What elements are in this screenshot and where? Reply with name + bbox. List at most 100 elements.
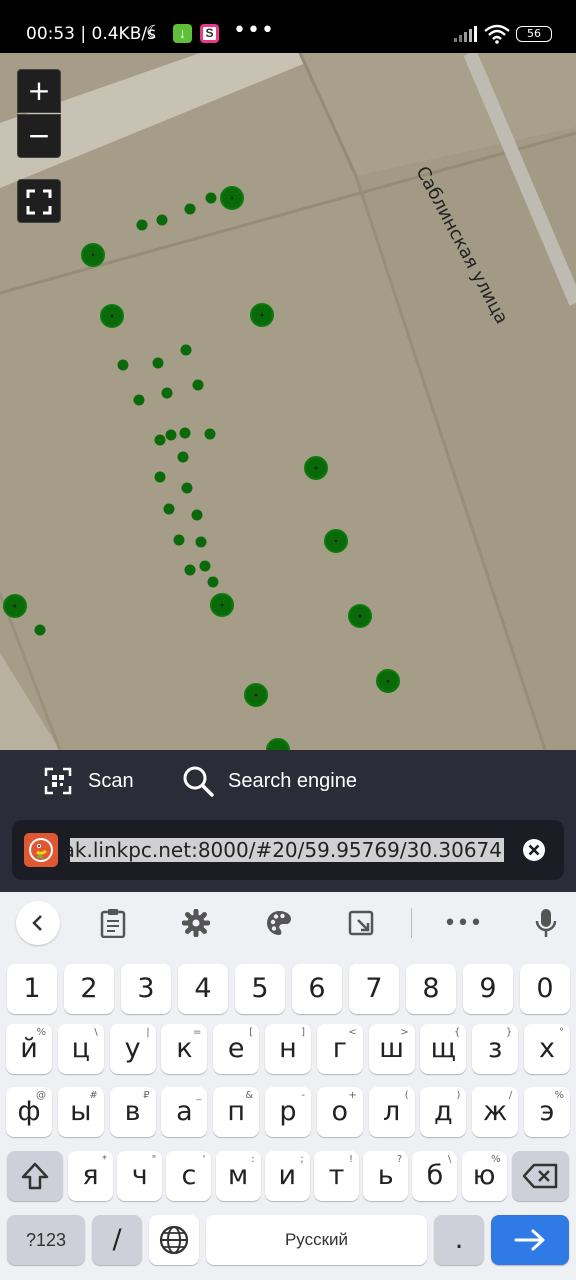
key-я-secondary: * <box>102 1154 107 1165</box>
key-к[interactable]: к = <box>161 1024 208 1074</box>
small-map-markers[interactable] <box>34 192 219 636</box>
scan-button[interactable]: Scan <box>44 764 134 798</box>
language-key[interactable] <box>149 1215 199 1265</box>
key-щ-secondary: { <box>454 1027 461 1038</box>
space-key[interactable]: Русский <box>206 1215 427 1265</box>
key-ч[interactable]: ч " <box>117 1151 163 1201</box>
key-я[interactable]: я * <box>68 1151 113 1201</box>
fullscreen-button[interactable] <box>17 179 61 223</box>
slash-key[interactable]: / <box>92 1215 142 1265</box>
key-т[interactable]: т! <box>314 1151 359 1201</box>
key-6[interactable]: 6 <box>292 964 342 1014</box>
key-н-secondary: ] <box>301 1027 305 1038</box>
key-о[interactable]: о + <box>316 1087 363 1137</box>
period-key[interactable]: . <box>434 1215 484 1265</box>
key-ш-secondary: > <box>400 1027 409 1038</box>
key-с[interactable]: с ' <box>166 1151 212 1201</box>
zoom-out-button[interactable]: − <box>17 114 61 158</box>
clipboard-icon[interactable] <box>93 903 133 943</box>
key-с-secondary: ' <box>202 1154 206 1165</box>
key-м-secondary: : <box>251 1154 255 1165</box>
key-ы-secondary: # <box>89 1090 98 1101</box>
key-ч-label: ч <box>131 1160 148 1191</box>
large-map-marker-centers <box>13 196 390 697</box>
app-notification-icon: S <box>200 24 219 43</box>
map-view[interactable]: Саблинская улица + − <box>0 53 576 750</box>
mic-icon[interactable] <box>526 903 566 943</box>
search-engine-button[interactable]: Search engine <box>182 764 357 798</box>
key-у[interactable]: у | <box>109 1024 156 1074</box>
key-ь[interactable]: ь? <box>363 1151 409 1201</box>
shift-key[interactable] <box>7 1151 63 1201</box>
key-з[interactable]: з} <box>472 1024 519 1074</box>
key-х[interactable]: х ° <box>524 1024 570 1074</box>
key-н[interactable]: н] <box>265 1024 311 1074</box>
key-т-label: т <box>328 1160 345 1191</box>
key-0[interactable]: 0 <box>520 964 570 1014</box>
settings-icon[interactable] <box>176 903 216 943</box>
palette-icon[interactable] <box>259 903 299 943</box>
key-б[interactable]: б \ <box>412 1151 458 1201</box>
more-icon[interactable]: ••• <box>443 903 483 943</box>
key-2[interactable]: 2 <box>64 964 114 1014</box>
key-у-label: у <box>124 1033 141 1064</box>
key-л-secondary: ( <box>404 1090 409 1101</box>
key-а-label: а <box>176 1096 193 1127</box>
key-и[interactable]: и; <box>264 1151 310 1201</box>
key-9[interactable]: 9 <box>463 964 513 1014</box>
fullscreen-icon <box>26 189 52 215</box>
scan-label: Scan <box>88 769 134 792</box>
key-м[interactable]: м: <box>215 1151 261 1201</box>
large-map-markers[interactable] <box>3 186 400 750</box>
key-л[interactable]: л( <box>368 1087 415 1137</box>
key-5[interactable]: 5 <box>235 964 285 1014</box>
key-г[interactable]: г < <box>316 1024 363 1074</box>
key-а[interactable]: а _ <box>161 1087 208 1137</box>
key-ю-secondary: % <box>491 1154 501 1165</box>
key-п-secondary: & <box>245 1090 254 1101</box>
key-8[interactable]: 8 <box>406 964 456 1014</box>
key-ы[interactable]: ы # <box>57 1087 104 1137</box>
key-ю[interactable]: ю% <box>461 1151 507 1201</box>
more-notifications-icon: ••• <box>233 18 275 43</box>
key-е[interactable]: е[ <box>213 1024 260 1074</box>
key-п[interactable]: п & <box>213 1087 260 1137</box>
key-7[interactable]: 7 <box>349 964 399 1014</box>
key-щ-label: щ <box>430 1033 457 1064</box>
key-щ[interactable]: щ{ <box>420 1024 467 1074</box>
keyboard: ••• 1 2 3 4 5 6 7 8 9 0 й% ц \ у | к = е[н] г < ш > щ{з} х ° ф @ ы #… <box>0 892 576 1280</box>
key-ц[interactable]: ц \ <box>57 1024 104 1074</box>
key-в[interactable]: в ₽ <box>109 1087 156 1137</box>
key-р[interactable]: р- <box>265 1087 311 1137</box>
key-д[interactable]: д) <box>420 1087 467 1137</box>
back-icon[interactable] <box>16 901 60 945</box>
key-ж[interactable]: ж / <box>472 1087 519 1137</box>
key-з-secondary: } <box>505 1027 513 1038</box>
key-ш[interactable]: ш > <box>368 1024 415 1074</box>
key-1[interactable]: 1 <box>7 964 57 1014</box>
key-4[interactable]: 4 <box>178 964 228 1014</box>
clear-url-icon[interactable] <box>522 838 546 862</box>
key-ф[interactable]: ф @ <box>6 1087 52 1137</box>
key-с-label: с <box>181 1160 197 1191</box>
key-я-label: я <box>82 1160 99 1191</box>
battery-icon: 56 <box>516 26 552 42</box>
key-й[interactable]: й% <box>6 1024 52 1074</box>
key-3[interactable]: 3 <box>121 964 171 1014</box>
resize-icon[interactable] <box>341 903 381 943</box>
key-р-secondary: - <box>301 1090 305 1101</box>
key-3-label: 3 <box>137 973 155 1004</box>
symbols-key[interactable]: ?123 <box>7 1215 85 1265</box>
key-э[interactable]: э% <box>524 1087 570 1137</box>
zoom-in-button[interactable]: + <box>17 69 61 113</box>
key-б-secondary: \ <box>448 1154 452 1165</box>
backspace-key[interactable] <box>512 1151 569 1201</box>
key-д-secondary: ) <box>456 1090 461 1101</box>
symbols-key-label: ?123 <box>25 1230 67 1250</box>
qr-scan-icon <box>44 767 72 795</box>
key-р-label: р <box>279 1096 297 1127</box>
enter-key[interactable] <box>491 1215 569 1265</box>
key-ь-secondary: ? <box>396 1154 403 1165</box>
address-bar[interactable]: mayak.linkpc.net:8000/#20/59.95769/30.30… <box>12 820 564 880</box>
url-input[interactable]: mayak.linkpc.net:8000/#20/59.95769/30.30… <box>70 835 504 865</box>
